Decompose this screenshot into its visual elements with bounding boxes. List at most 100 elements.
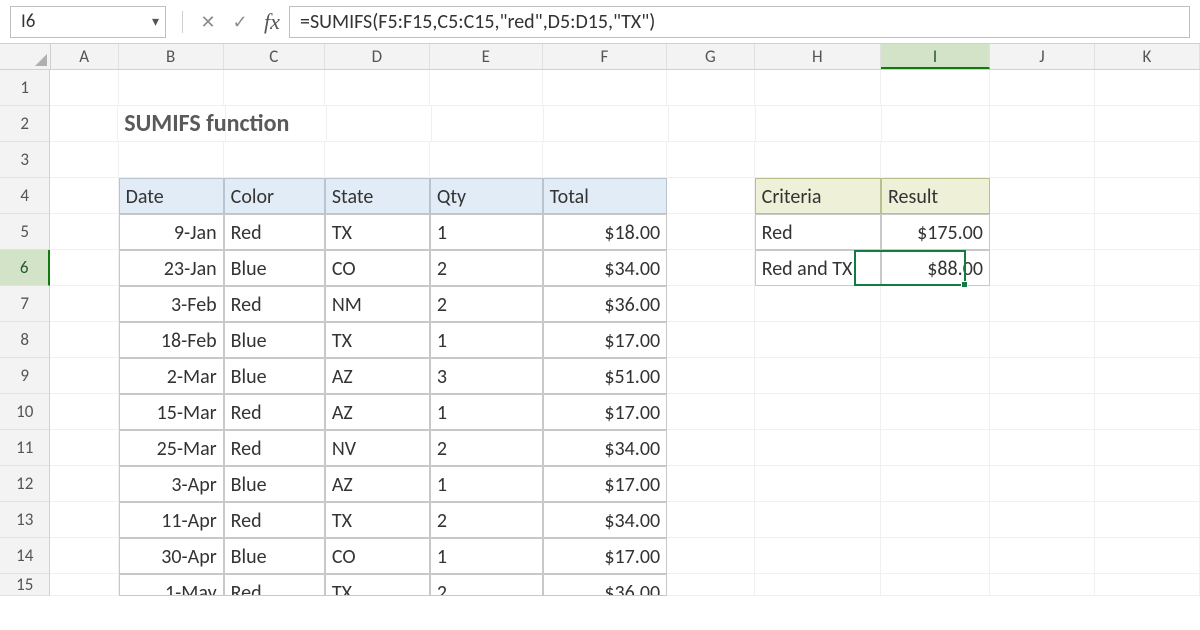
table-cell[interactable]: NV — [325, 430, 430, 466]
cell[interactable] — [50, 502, 118, 538]
cell[interactable] — [1095, 466, 1200, 502]
cell[interactable] — [990, 214, 1095, 250]
table-cell[interactable]: Red — [224, 394, 325, 430]
cell[interactable] — [1095, 502, 1200, 538]
cell[interactable] — [119, 70, 224, 106]
cell[interactable] — [667, 214, 755, 250]
cell[interactable] — [990, 538, 1095, 574]
cell[interactable] — [1095, 70, 1200, 106]
cell[interactable] — [881, 322, 990, 358]
table-cell[interactable]: 1-May — [119, 574, 224, 596]
cell[interactable] — [990, 250, 1095, 286]
confirm-icon[interactable]: ✓ — [229, 11, 251, 33]
table-cell[interactable]: Red — [224, 430, 325, 466]
cell[interactable] — [990, 106, 1095, 142]
cell[interactable] — [1095, 358, 1200, 394]
table-cell[interactable]: $36.00 — [543, 286, 667, 322]
col-header-B[interactable]: B — [119, 44, 224, 69]
row-header-6[interactable]: 6 — [0, 250, 50, 286]
cell[interactable] — [881, 358, 990, 394]
cell[interactable] — [1095, 250, 1200, 286]
table-cell[interactable]: $51.00 — [543, 358, 667, 394]
table-cell[interactable]: $18.00 — [543, 214, 667, 250]
cell[interactable] — [1095, 574, 1200, 596]
cell[interactable] — [1095, 394, 1200, 430]
table-cell[interactable]: Blue — [224, 358, 325, 394]
col-header-K[interactable]: K — [1095, 44, 1200, 69]
col-header-E[interactable]: E — [430, 44, 543, 69]
table-cell[interactable]: Blue — [224, 466, 325, 502]
cell[interactable] — [755, 466, 881, 502]
cell[interactable] — [755, 502, 881, 538]
chevron-down-icon[interactable]: ▾ — [152, 13, 159, 30]
cell[interactable] — [1095, 322, 1200, 358]
cell[interactable] — [50, 358, 118, 394]
cell[interactable] — [667, 574, 755, 596]
table-cell[interactable]: 3-Apr — [119, 466, 224, 502]
cell[interactable] — [432, 106, 544, 142]
table-cell[interactable]: $17.00 — [543, 322, 667, 358]
cell[interactable] — [224, 142, 325, 178]
table-cell[interactable]: 1 — [430, 466, 543, 502]
cell[interactable] — [990, 358, 1095, 394]
cell[interactable] — [755, 574, 881, 596]
col-header-A[interactable]: A — [51, 44, 119, 69]
row-header-11[interactable]: 11 — [0, 430, 50, 466]
cell[interactable] — [50, 574, 118, 596]
cell[interactable] — [881, 286, 990, 322]
cell[interactable] — [881, 466, 990, 502]
table-cell[interactable]: Red — [224, 214, 325, 250]
table-cell[interactable]: TX — [325, 214, 430, 250]
col-header-H[interactable]: H — [755, 44, 881, 69]
cell[interactable] — [755, 70, 881, 106]
spreadsheet-grid[interactable]: A B C D E F G H I J K 1 2 SUMIFS functio… — [0, 44, 1200, 630]
cell[interactable] — [755, 142, 881, 178]
cell[interactable] — [667, 502, 755, 538]
cell[interactable] — [1095, 538, 1200, 574]
cell[interactable] — [755, 358, 881, 394]
cell[interactable] — [1095, 214, 1200, 250]
cell[interactable] — [755, 430, 881, 466]
cell[interactable] — [667, 70, 755, 106]
cell[interactable] — [119, 142, 224, 178]
cell[interactable] — [990, 574, 1095, 596]
col-header-G[interactable]: G — [667, 44, 755, 69]
row-header-9[interactable]: 9 — [0, 358, 50, 394]
table-cell[interactable]: 30-Apr — [119, 538, 224, 574]
cell[interactable] — [881, 430, 990, 466]
row-header-8[interactable]: 8 — [0, 322, 50, 358]
cell[interactable] — [667, 394, 755, 430]
criteria-header-criteria[interactable]: Criteria — [755, 178, 881, 214]
table-cell[interactable]: 1 — [430, 394, 543, 430]
cell[interactable] — [667, 358, 755, 394]
cancel-icon[interactable]: ✕ — [197, 11, 219, 33]
name-box[interactable]: I6 ▾ — [10, 6, 166, 38]
table-cell[interactable]: 2 — [430, 430, 543, 466]
cell[interactable] — [430, 142, 543, 178]
row-header-13[interactable]: 13 — [0, 502, 50, 538]
table-cell[interactable]: 1 — [430, 322, 543, 358]
cell[interactable] — [430, 70, 543, 106]
table-cell[interactable]: 18-Feb — [119, 322, 224, 358]
cell[interactable] — [667, 430, 755, 466]
criteria-header-result[interactable]: Result — [881, 178, 990, 214]
table-cell[interactable]: 11-Apr — [119, 502, 224, 538]
row-header-1[interactable]: 1 — [0, 70, 50, 106]
cell[interactable] — [544, 106, 668, 142]
cell[interactable] — [667, 250, 755, 286]
table-header-date[interactable]: Date — [119, 178, 224, 214]
col-header-F[interactable]: F — [543, 44, 667, 69]
table-cell[interactable]: TX — [325, 574, 430, 596]
row-header-5[interactable]: 5 — [0, 214, 50, 250]
cell[interactable] — [667, 466, 755, 502]
table-cell[interactable]: 3 — [430, 358, 543, 394]
cell[interactable] — [990, 70, 1095, 106]
cell[interactable] — [1095, 142, 1200, 178]
cell[interactable] — [990, 286, 1095, 322]
table-cell[interactable]: Blue — [224, 538, 325, 574]
cell[interactable] — [667, 538, 755, 574]
cell[interactable] — [667, 178, 755, 214]
cell[interactable] — [990, 178, 1095, 214]
table-cell[interactable]: AZ — [325, 358, 430, 394]
cell[interactable] — [881, 70, 990, 106]
